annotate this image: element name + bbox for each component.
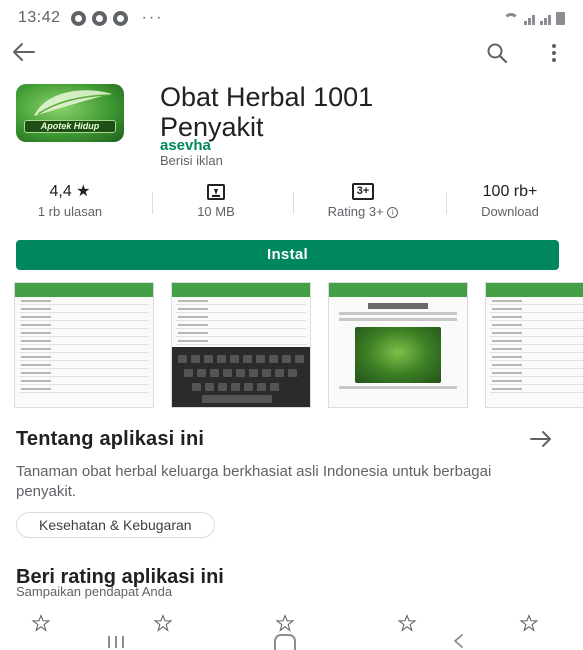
category-chip[interactable]: Kesehatan & Kebugaran — [16, 512, 215, 538]
star-outline-icon[interactable] — [146, 614, 180, 632]
about-title: Tentang aplikasi ini — [16, 428, 205, 450]
arrow-right-icon[interactable] — [528, 429, 554, 449]
back-arrow-icon[interactable] — [10, 38, 38, 66]
notification-icon — [91, 10, 107, 26]
nav-home-icon[interactable] — [274, 634, 296, 650]
app-title-line: Obat Herbal 1001 — [160, 82, 374, 112]
more-vert-icon[interactable] — [544, 40, 564, 66]
status-time: 13:42 — [18, 9, 61, 26]
star-outline-icon[interactable] — [390, 614, 424, 632]
content-rating-label: Rating 3+ — [327, 204, 384, 219]
star-outline-icon[interactable] — [24, 614, 58, 632]
signal-icon — [524, 15, 535, 25]
downloads-value: 100 rb+ — [482, 183, 538, 200]
rate-subtitle: Sampaikan pendapat Anda — [16, 584, 173, 599]
rating-stat[interactable]: 4,4 ★ 1 rb ulasan — [0, 182, 140, 219]
star-outline-icon[interactable] — [512, 614, 546, 632]
developer-link[interactable]: asevha — [160, 137, 211, 154]
rating-value: 4,4 — [49, 183, 72, 200]
battery-icon — [556, 12, 565, 25]
content-rating-badge: 3+ — [351, 183, 375, 201]
content-rating-stat[interactable]: 3+ Rating 3+ i — [293, 182, 433, 219]
app-size: 10 MB — [197, 204, 235, 219]
downloads-label: Download — [481, 204, 539, 219]
about-description: Tanaman obat herbal keluarga berkhasiat … — [16, 463, 492, 500]
nav-back-icon[interactable] — [452, 634, 464, 648]
ads-note: Berisi iklan — [160, 153, 223, 168]
stats-row: 4,4 ★ 1 rb ulasan 10 MB 3+ Rating 3+ i 1… — [0, 182, 583, 226]
reviews-count: 1 rb ulasan — [37, 204, 103, 219]
wifi-icon — [503, 13, 519, 25]
screenshot[interactable] — [14, 282, 154, 408]
screenshot-carousel[interactable] — [14, 282, 583, 408]
app-icon: Apotek Hidup — [16, 84, 124, 142]
screenshot[interactable] — [171, 282, 311, 408]
notification-icon — [112, 10, 128, 26]
downloads-stat: 100 rb+ Download — [440, 182, 580, 219]
info-icon: i — [387, 207, 399, 219]
nav-recents-icon[interactable] — [108, 636, 124, 648]
screenshot[interactable] — [328, 282, 468, 408]
install-button[interactable]: Instal — [16, 240, 559, 270]
size-stat: 10 MB — [146, 182, 286, 219]
app-title: Obat Herbal 1001 Penyakit — [160, 82, 560, 142]
app-bar — [0, 36, 583, 70]
app-title-line: Penyakit — [160, 112, 264, 142]
status-indicators — [503, 11, 565, 25]
star-outline-icon[interactable] — [268, 614, 302, 632]
logo-text: Apotek Hidup — [24, 120, 116, 133]
signal-icon — [540, 15, 551, 25]
download-size-icon — [207, 183, 225, 200]
screenshot[interactable] — [485, 282, 583, 408]
leaf-logo-icon — [34, 90, 112, 116]
status-more: ··· — [141, 9, 164, 26]
search-icon[interactable] — [484, 40, 510, 66]
system-nav-bar — [0, 632, 583, 650]
star-icon: ★ — [76, 183, 91, 200]
status-bar: 13:42 ··· — [0, 0, 583, 36]
notification-icon — [70, 10, 86, 26]
